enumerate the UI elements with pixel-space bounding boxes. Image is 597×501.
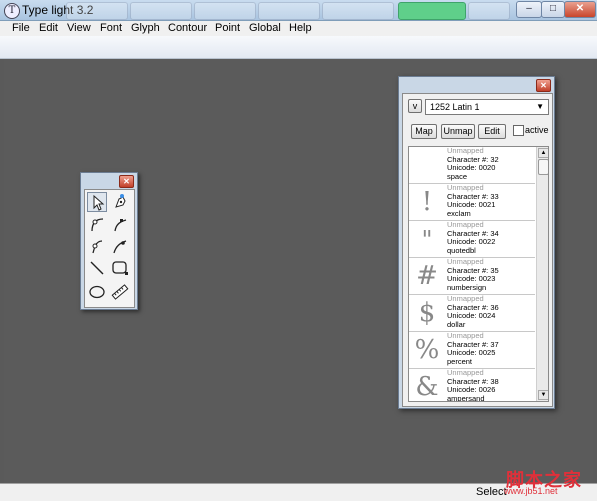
line-tool[interactable] — [87, 258, 107, 278]
curve-point-icon — [91, 218, 104, 232]
scroll-down-icon[interactable]: ▼ — [538, 390, 548, 400]
list-item[interactable]: # Unmapped Character #: 35 Unicode: 0023… — [409, 257, 535, 295]
pen-nib-icon — [115, 194, 126, 208]
list-scrollbar[interactable]: ▲ ▼ — [536, 147, 548, 401]
glyph-preview: % — [414, 335, 440, 365]
background-taskbar-tab — [398, 2, 466, 20]
character-info: Unmapped Character #: 34 Unicode: 0022 q… — [447, 220, 499, 255]
character-info: Unmapped Character #: 35 Unicode: 0023 n… — [447, 257, 499, 292]
menu-bar: File Edit View Font Glyph Contour Point … — [0, 21, 597, 36]
rectangle-tool[interactable] — [110, 258, 130, 278]
character-info: Unmapped Character #: 33 Unicode: 0021 e… — [447, 183, 499, 218]
pen-tool[interactable] — [110, 192, 130, 212]
title-bar[interactable]: T Type light 3.2 – □ ✕ — [0, 0, 597, 21]
chevron-down-icon: ▼ — [536, 102, 544, 111]
list-item[interactable]: & Unmapped Character #: 38 Unicode: 0026… — [409, 368, 535, 402]
edit-button[interactable]: Edit — [478, 124, 506, 139]
glyph-preview: & — [415, 372, 439, 402]
menu-edit[interactable]: Edit — [39, 21, 58, 36]
curve-point-tool[interactable] — [87, 214, 107, 234]
close-button[interactable]: ✕ — [564, 1, 596, 18]
ellipse-icon — [89, 285, 105, 299]
list-item[interactable]: $ Unmapped Character #: 36 Unicode: 0024… — [409, 294, 535, 332]
list-item[interactable]: Unmapped Character #: 32 Unicode: 0020 s… — [409, 147, 535, 184]
unmap-button[interactable]: Unmap — [441, 124, 475, 139]
scroll-up-icon[interactable]: ▲ — [538, 148, 548, 158]
app-logo-icon: T — [4, 3, 20, 19]
scroll-thumb[interactable] — [538, 159, 548, 175]
menu-help[interactable]: Help — [289, 21, 312, 36]
glyph-name: exclam — [447, 208, 471, 218]
menu-contour[interactable]: Contour — [168, 21, 207, 36]
character-info: Unmapped Character #: 38 Unicode: 0026 a… — [447, 368, 499, 402]
corner-point-icon — [114, 219, 127, 232]
glyph-name: space — [447, 171, 468, 181]
ellipse-tool[interactable] — [87, 282, 107, 302]
list-item[interactable]: " Unmapped Character #: 34 Unicode: 0022… — [409, 220, 535, 258]
measure-tool[interactable] — [110, 282, 130, 302]
glyph-preview: $ — [418, 298, 436, 328]
watermark-url: www.jb51.net — [504, 486, 558, 496]
menu-point[interactable]: Point — [215, 21, 240, 36]
ruler-icon — [111, 284, 129, 300]
menu-font[interactable]: Font — [100, 21, 122, 36]
background-taskbar-tab — [66, 2, 128, 20]
glyph-preview: # — [416, 261, 438, 291]
glyph-name: dollar — [447, 319, 466, 329]
character-map-close-button[interactable]: ✕ — [536, 79, 551, 92]
character-list[interactable]: Unmapped Character #: 32 Unicode: 0020 s… — [408, 146, 549, 402]
glyph-preview — [409, 147, 445, 183]
glyph-preview: ! — [421, 187, 433, 217]
background-taskbar-tab — [130, 2, 192, 20]
background-taskbar-tab — [194, 2, 256, 20]
tool-palette — [84, 189, 135, 308]
pointer-tool[interactable] — [87, 192, 107, 212]
status-text: Select — [476, 486, 507, 498]
corner-point-tool[interactable] — [110, 214, 130, 234]
rounded-rect-icon — [112, 261, 128, 275]
glyph-name: numbersign — [447, 282, 487, 292]
tangent-point-icon — [92, 240, 103, 254]
toolbar — [0, 36, 597, 59]
active-label: active — [525, 125, 549, 135]
glyph-name: percent — [447, 356, 473, 366]
encoding-dropdown-button[interactable]: v — [408, 99, 422, 113]
tangent-point-tool[interactable] — [87, 236, 107, 256]
line-icon — [90, 261, 104, 275]
background-taskbar-tab — [468, 2, 510, 20]
arrow-icon — [93, 194, 105, 211]
background-taskbar-tab — [258, 2, 320, 20]
menu-file[interactable]: File — [12, 21, 30, 36]
menu-glyph[interactable]: Glyph — [131, 21, 160, 36]
character-map-panel: v 1252 Latin 1 ▼ Map Unmap Edit active U… — [402, 93, 553, 407]
glyph-name: ampersand — [447, 393, 485, 402]
menu-global[interactable]: Global — [249, 21, 281, 36]
minimize-button[interactable]: – — [516, 1, 542, 18]
tool-palette-close-button[interactable]: ✕ — [119, 175, 134, 188]
glyph-name: quotedbl — [447, 245, 476, 255]
character-info: Unmapped Character #: 36 Unicode: 0024 d… — [447, 294, 499, 329]
map-button[interactable]: Map — [411, 124, 437, 139]
knife-tool[interactable] — [110, 236, 130, 256]
active-checkbox[interactable] — [513, 125, 524, 136]
character-info: Unmapped Character #: 32 Unicode: 0020 s… — [447, 147, 499, 181]
encoding-select[interactable]: 1252 Latin 1 ▼ — [425, 99, 549, 115]
maximize-button[interactable]: □ — [541, 1, 565, 18]
glyph-preview: " — [421, 226, 433, 254]
encoding-select-value: 1252 Latin 1 — [430, 102, 480, 112]
menu-view[interactable]: View — [67, 21, 91, 36]
list-item[interactable]: % Unmapped Character #: 37 Unicode: 0025… — [409, 331, 535, 369]
character-map-window[interactable]: ✕ v 1252 Latin 1 ▼ Map Unmap Edit active… — [398, 76, 555, 409]
character-info: Unmapped Character #: 37 Unicode: 0025 p… — [447, 331, 499, 366]
tool-palette-window[interactable]: ✕ — [80, 172, 138, 310]
list-item[interactable]: ! Unmapped Character #: 33 Unicode: 0021… — [409, 183, 535, 221]
background-taskbar-tab — [322, 2, 394, 20]
knife-curve-icon — [113, 240, 127, 254]
